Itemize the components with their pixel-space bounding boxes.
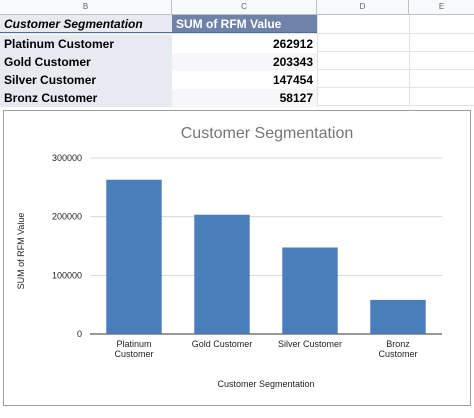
gridline <box>0 33 474 34</box>
column-header-row: B C D E <box>0 0 474 15</box>
bar-gold-customer <box>194 214 250 334</box>
column-header-c[interactable]: C <box>172 0 317 14</box>
pivot-row: Gold Customer 203343 <box>0 53 317 71</box>
pivot-row-value-cell[interactable]: 203343 <box>172 53 317 71</box>
chart-canvas: Customer Segmentation 0 100000 200000 300000… <box>16 125 442 389</box>
pivot-row-value-cell[interactable]: 58127 <box>172 89 317 107</box>
x-tick-label: Silver Customer <box>278 339 342 349</box>
bar-bronz-customer <box>370 299 426 334</box>
pivot-row-label-cell[interactable]: Platinum Customer <box>0 35 172 53</box>
x-tick-label: Customer <box>114 349 153 359</box>
column-header-e[interactable]: E <box>409 0 474 14</box>
pivot-header-label-cell[interactable]: Customer Segmentation <box>0 15 172 33</box>
pivot-row-label-cell[interactable]: Silver Customer <box>0 71 172 89</box>
x-tick-label: Platinum <box>116 339 151 349</box>
y-tick-label: 100000 <box>52 270 82 280</box>
bar-silver-customer <box>282 247 338 334</box>
x-axis-label: Customer Segmentation <box>217 379 314 389</box>
pivot-header-value-cell[interactable]: SUM of RFM Value <box>172 15 317 33</box>
pivot-row-label-cell[interactable]: Bronz Customer <box>0 89 172 107</box>
x-tick-label: Bronz <box>386 339 410 349</box>
pivot-row: Bronz Customer 58127 <box>0 89 317 107</box>
column-header-b[interactable]: B <box>0 0 172 14</box>
pivot-row: Platinum Customer 262912 <box>0 35 317 53</box>
x-tick-label: Gold Customer <box>192 339 253 349</box>
pivot-row-label-cell[interactable]: Gold Customer <box>0 53 172 71</box>
pivot-row-value-cell[interactable]: 262912 <box>172 35 317 53</box>
y-tick-label: 300000 <box>52 153 82 163</box>
y-tick-label: 200000 <box>52 212 82 222</box>
chart-title: Customer Segmentation <box>181 125 354 142</box>
pivot-row: Silver Customer 147454 <box>0 71 317 89</box>
y-tick-label: 0 <box>77 329 82 339</box>
gridline <box>409 15 410 107</box>
pivot-row-value-cell[interactable]: 147454 <box>172 71 317 89</box>
embedded-bar-chart[interactable]: Customer Segmentation 0 100000 200000 300000… <box>3 110 471 406</box>
y-axis-label: SUM of RFM Value <box>16 213 26 290</box>
pivot-header-row: Customer Segmentation SUM of RFM Value <box>0 15 317 33</box>
x-tick-label: Customer <box>378 349 417 359</box>
column-header-d[interactable]: D <box>317 0 409 14</box>
gridline <box>317 15 318 107</box>
bar-platinum-customer <box>106 179 162 334</box>
